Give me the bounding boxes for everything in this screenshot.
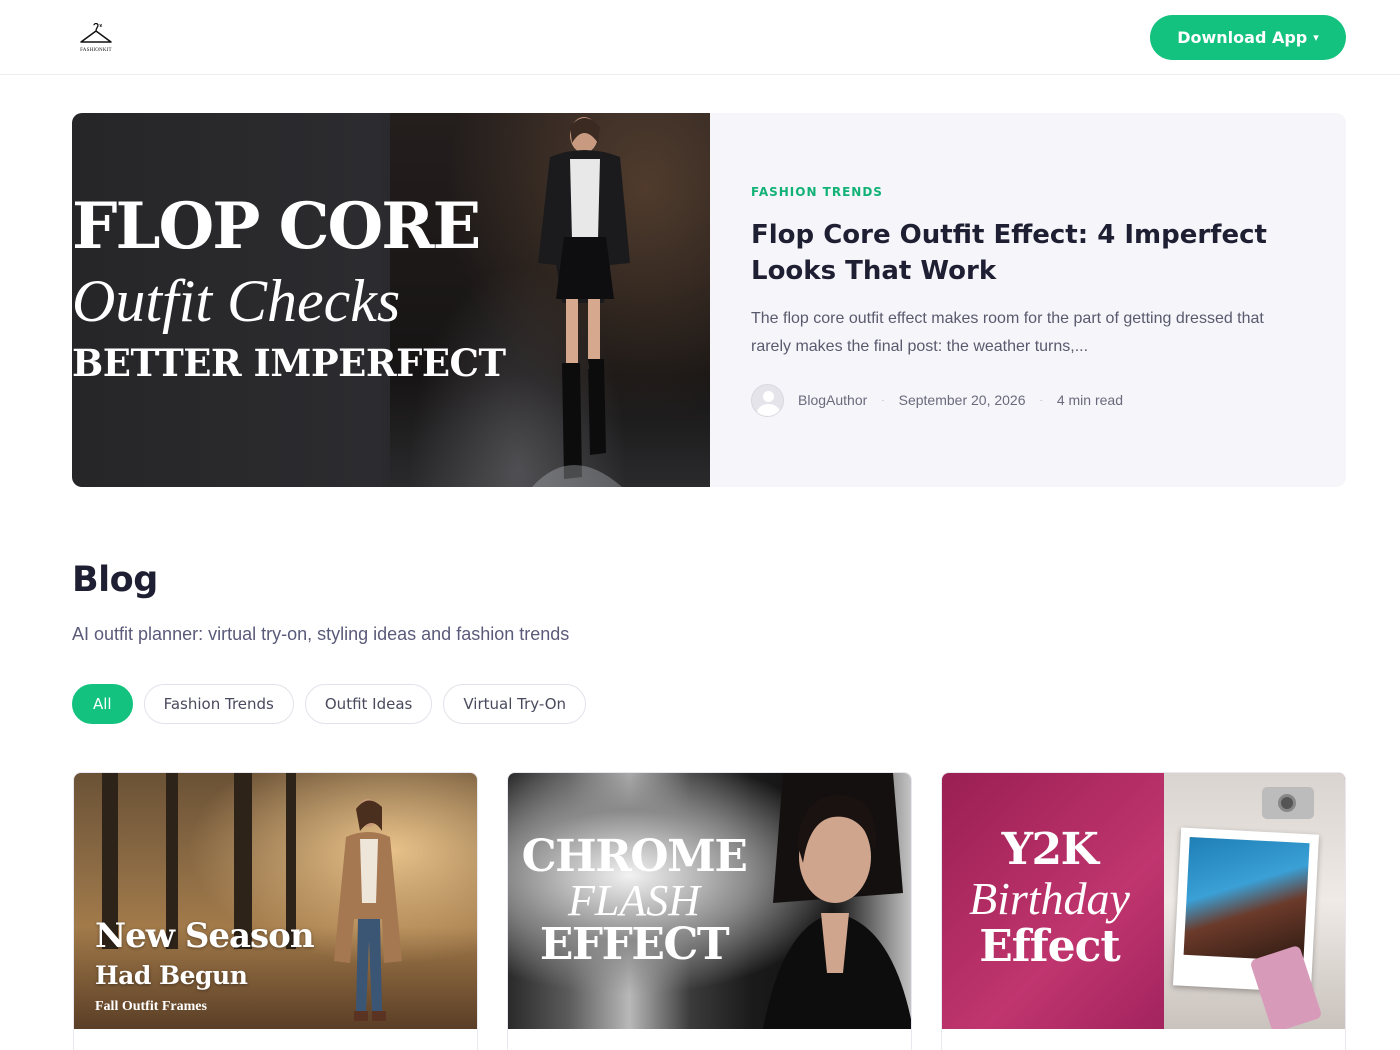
download-app-button[interactable]: Download App ▾	[1150, 15, 1346, 60]
featured-post-meta: BlogAuthor · September 20, 2026 · 4 min …	[751, 383, 1123, 417]
woman-portrait-illustration	[763, 773, 911, 1029]
filter-outfit-ideas[interactable]: Outfit Ideas	[304, 684, 433, 724]
post-card-image[interactable]: Y2K Birthday Effect	[942, 773, 1345, 1029]
post-card-image[interactable]: CHROME FLASH EFFECT	[508, 773, 911, 1029]
featured-post-title[interactable]: Flop Core Outfit Effect: 4 Imperfect Loo…	[751, 217, 1296, 289]
featured-image-subtitle: Outfit Checks	[72, 268, 401, 334]
woman-figure-illustration	[532, 117, 630, 487]
page-subtitle: AI outfit planner: virtual try-on, styli…	[72, 624, 570, 644]
card-image-tagline: EFFECT	[539, 919, 730, 970]
logo-text: FASHIONKIT	[80, 48, 112, 53]
featured-post-image[interactable]: FLOP CORE Outfit Checks BETTER IMPERFECT	[72, 113, 710, 487]
post-card[interactable]: CHROME FLASH EFFECT	[507, 772, 912, 1050]
meta-separator: ·	[1039, 394, 1043, 406]
card-image-title: CHROME	[521, 831, 748, 882]
card-image-title: New Season	[95, 916, 315, 956]
site-header: FASHIONKIT Download App ▾	[0, 0, 1400, 75]
card-image-caption: Fall Outfit Frames	[95, 999, 207, 1014]
card-image-subtitle: Had Begun	[95, 961, 248, 990]
filter-all[interactable]: All	[72, 684, 133, 724]
meta-separator: ·	[881, 394, 885, 406]
chevron-down-icon: ▾	[1313, 31, 1319, 44]
read-time: 4 min read	[1056, 392, 1123, 408]
featured-post-excerpt: The flop core outfit effect makes room f…	[751, 310, 1264, 355]
card-image-tagline: Effect	[979, 921, 1121, 972]
featured-post-content: FASHION TRENDS Flop Core Outfit Effect: …	[751, 113, 1311, 487]
filter-virtual-try-on[interactable]: Virtual Try-On	[443, 684, 587, 724]
featured-image-title: FLOP CORE	[72, 189, 481, 264]
hanger-icon	[80, 23, 112, 43]
card-image-title: Y2K	[1001, 824, 1099, 875]
category-filters: All Fashion Trends Outfit Ideas Virtual …	[72, 684, 587, 724]
woman-in-coat-illustration	[334, 799, 402, 1021]
user-avatar-icon	[751, 383, 784, 417]
featured-post-category[interactable]: FASHION TRENDS	[751, 185, 883, 199]
download-app-label: Download App	[1177, 28, 1308, 47]
site-logo[interactable]: FASHIONKIT	[73, 18, 119, 58]
card-image-subtitle: Birthday	[969, 873, 1130, 924]
filter-fashion-trends[interactable]: Fashion Trends	[143, 684, 294, 724]
featured-post[interactable]: FLOP CORE Outfit Checks BETTER IMPERFECT…	[72, 113, 1346, 487]
page-title: Blog	[72, 560, 158, 600]
camera-icon	[1262, 787, 1314, 819]
post-card[interactable]: New Season Had Begun Fall Outfit Frames	[73, 772, 478, 1050]
post-date: September 20, 2026	[898, 392, 1026, 408]
post-card[interactable]: Y2K Birthday Effect	[941, 772, 1346, 1050]
card-image-subtitle: FLASH	[568, 876, 700, 925]
author-name[interactable]: BlogAuthor	[798, 392, 867, 408]
featured-image-tagline: BETTER IMPERFECT	[72, 341, 506, 385]
post-card-image[interactable]: New Season Had Begun Fall Outfit Frames	[74, 773, 477, 1029]
